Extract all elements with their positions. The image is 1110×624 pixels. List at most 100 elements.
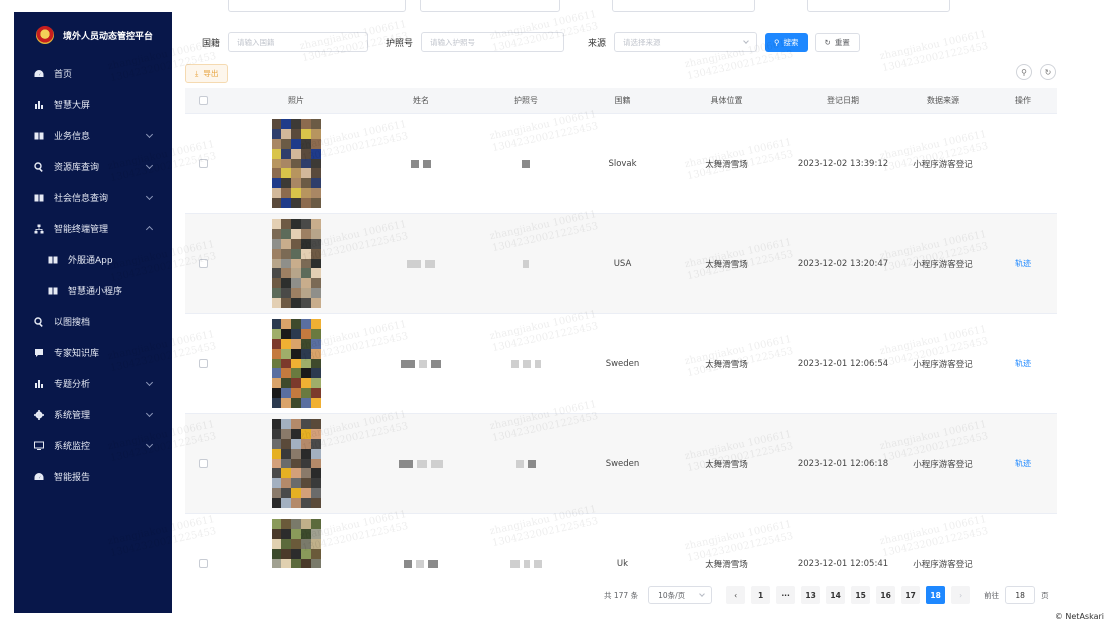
chevron-down-icon [145,378,154,387]
export-button[interactable]: ⤓ 导出 [185,64,229,83]
header-name: 姓名 [413,96,429,105]
sidebar-item-label: 专家知识库 [54,349,100,359]
page-button[interactable]: 13 [801,586,821,604]
sidebar-item[interactable]: 专家知识库 [14,337,172,368]
checkbox-cell [185,359,221,368]
goto-suffix: 页 [1041,590,1049,600]
chevron-down-icon [145,409,154,418]
sidebar-item[interactable]: 资源库查询 [14,151,172,182]
sidebar-menu: 首页智慧大屏 业务信息 资源库查询 社会信息查询智能终端管理外服通App 智慧通小程序以… [14,58,172,492]
page-button[interactable]: 17 [901,586,921,604]
header-photo: 照片 [288,96,304,105]
action-cell: 轨迹 [989,358,1057,369]
sidebar: 境外人员动态管控平台 首页智慧大屏 业务信息 资源库查询 社会信息查询智能终端管理外服… [14,12,172,613]
trajectory-link[interactable]: 轨迹 [1015,358,1031,369]
table-row[interactable]: Slovak 太舞滑雪场 2023-12-02 13:39:12 小程序游客登记 [185,114,1057,214]
select-all-checkbox[interactable] [198,96,208,105]
filter-input-hidden-3[interactable] [612,0,755,12]
sidebar-item-label: 智能终端管理 [54,225,109,235]
source-select[interactable]: 请选择来源 [614,32,758,52]
page-button[interactable]: 15 [851,586,871,604]
refresh-icon[interactable]: ↻ [1040,64,1056,80]
bar-chart-icon [34,100,44,110]
photo-credit: © NetAskari [1054,612,1104,621]
trajectory-link[interactable]: 轨迹 [1015,458,1031,469]
header-source: 数据来源 [927,96,959,105]
row-checkbox[interactable] [198,259,208,268]
reset-button[interactable]: ↻ 重置 [814,32,860,52]
table-row[interactable]: Sweden 太舞滑雪场 2023-12-01 12:06:18 小程序游客登记 轨迹 [185,414,1057,514]
chat-icon [34,348,44,358]
row-checkbox[interactable] [198,359,208,368]
sidebar-item[interactable]: 首页 [14,58,172,89]
export-button-label: 导出 [203,69,219,78]
row-checkbox[interactable] [198,459,208,468]
page-button[interactable]: ··· [776,586,796,604]
sidebar-item-label: 首页 [54,70,73,80]
passport-label: 护照号 [386,38,414,49]
passport-input[interactable]: 请输入护照号 [421,32,565,52]
nationality-cell: Slovak [608,158,637,169]
nationality-input[interactable]: 请输入国籍 [228,32,369,52]
nationality-placeholder: 请输入国籍 [237,37,275,47]
search-icon: ⚲ [774,37,780,47]
goto-page-value: 18 [1015,590,1025,600]
next-page-button[interactable]: › [951,586,971,604]
chevron-down-icon [145,192,154,201]
location-cell: 太舞滑雪场 [705,159,748,170]
filter-input-hidden-1[interactable] [228,0,406,12]
filter-input-hidden-4[interactable] [807,0,950,12]
filter-input-hidden-2[interactable] [420,0,560,12]
location-cell: 太舞滑雪场 [705,359,748,370]
trajectory-link[interactable]: 轨迹 [1015,258,1031,269]
watermark-line: 13042320021225453 [686,48,795,83]
passport-cell-redacted [471,559,581,568]
search-icon [34,316,44,327]
download-icon: ⤓ [195,68,199,78]
row-checkbox[interactable] [198,559,208,568]
reset-button-label: 重置 [834,37,850,47]
sidebar-item[interactable]: 专题分析 [14,368,172,399]
table-row[interactable]: USA 太舞滑雪场 2023-12-02 13:20:47 小程序游客登记 轨迹 [185,214,1057,314]
sidebar-item[interactable]: 智慧通小程序 [14,275,172,306]
chevron-down-icon [145,130,154,139]
page-size-select[interactable]: 10条/页 [648,586,713,604]
table-row[interactable]: Sweden 太舞滑雪场 2023-12-01 12:06:54 小程序游客登记 轨迹 [185,314,1057,414]
photo-cell [221,419,371,508]
pixelated-photo [271,119,321,208]
passport-cell-redacted [471,259,581,268]
sidebar-item[interactable]: 系统管理 [14,399,172,430]
sidebar-item[interactable]: 系统监控 [14,430,172,461]
name-cell-redacted [371,159,471,168]
sidebar-item[interactable]: 外服通App [14,244,172,275]
sidebar-item-label: 外服通App [68,256,113,266]
page-button[interactable]: 1 [751,586,771,604]
app-title: 境外人员动态管控平台 [63,31,154,42]
network-icon [34,224,44,234]
nationality-cell: Uk [616,558,629,569]
nationality-cell: Sweden [605,358,640,369]
sidebar-item[interactable]: 社会信息查询 [14,182,172,213]
row-checkbox[interactable] [198,159,208,168]
sidebar-item[interactable]: 以图搜档 [14,306,172,337]
sidebar-item-label: 智慧通小程序 [68,287,123,297]
sidebar-item[interactable]: 智能报告 [14,461,172,492]
dashboard-icon [34,472,44,482]
table-row[interactable]: Uk 太舞滑雪场 2023-12-01 12:05:41 小程序游客登记 [185,514,1057,568]
location-cell: 太舞滑雪场 [705,259,748,270]
header-nationality: 国籍 [614,96,631,105]
page-button[interactable]: 16 [876,586,896,604]
page-button[interactable]: 18 [926,586,946,604]
chevron-down-icon [699,591,705,597]
prev-page-button[interactable]: ‹ [726,586,746,604]
page-size-value: 10条/页 [658,590,686,600]
search-button[interactable]: ⚲ 搜索 [765,32,808,52]
search-toggle-icon[interactable]: ⚲ [1016,64,1032,80]
chevron-down-icon [743,38,749,44]
goto-page-input[interactable]: 18 [1005,586,1036,604]
source-label: 来源 [588,38,607,49]
sidebar-item[interactable]: 业务信息 [14,120,172,151]
page-button[interactable]: 14 [826,586,846,604]
sidebar-item[interactable]: 智能终端管理 [14,213,172,244]
sidebar-item[interactable]: 智慧大屏 [14,89,172,120]
